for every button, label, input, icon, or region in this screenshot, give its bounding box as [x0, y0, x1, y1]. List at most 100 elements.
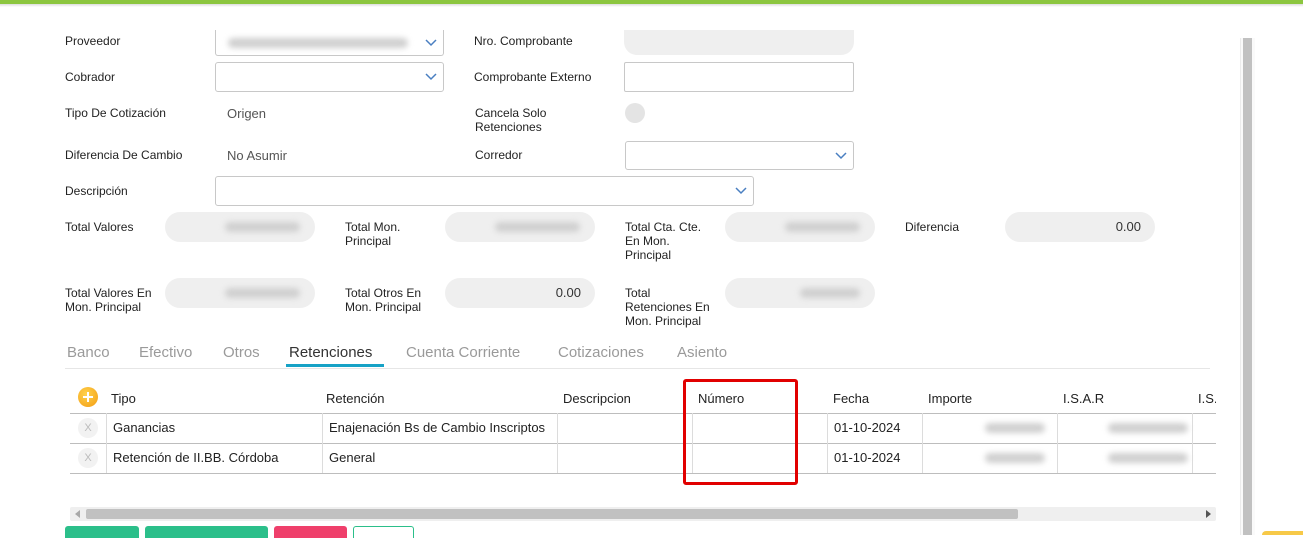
header-retencion[interactable]: Retención — [326, 391, 385, 406]
total-retenciones-field — [725, 278, 875, 308]
descripcion-select[interactable] — [215, 176, 754, 206]
tab-cuenta-corriente[interactable]: Cuenta Corriente — [406, 344, 520, 361]
cell-retencion[interactable]: General — [322, 443, 557, 473]
total-retenciones-blurred-value — [800, 288, 860, 298]
cell-isar[interactable] — [1057, 443, 1192, 473]
cell-tipo[interactable]: Ganancias — [106, 413, 322, 443]
total-cta-cte-blurred-value — [785, 222, 860, 232]
scroll-left-icon[interactable] — [75, 510, 80, 518]
top-shadow — [0, 4, 1303, 7]
tipo-cotizacion-value: Origen — [227, 106, 267, 121]
isar-blurred-value — [1108, 423, 1188, 433]
diferencia-value: 0.00 — [1005, 212, 1155, 242]
corredor-label: Corredor — [475, 148, 523, 162]
delete-row-icon[interactable]: X — [78, 448, 98, 468]
cell-tipo[interactable]: Retención de II.BB. Córdoba — [106, 443, 322, 473]
cell-is[interactable] — [1192, 443, 1216, 473]
action-button-3[interactable] — [274, 526, 347, 538]
proveedor-label: Proveedor — [65, 34, 121, 48]
tipo-cotizacion-label: Tipo De Cotización — [65, 106, 166, 120]
cancela-solo-retenciones-toggle[interactable] — [625, 103, 645, 123]
proveedor-blurred-value — [228, 38, 408, 48]
label-line: Principal — [625, 248, 672, 262]
tab-otros[interactable]: Otros — [223, 344, 260, 361]
diferencia-label: Diferencia — [905, 220, 960, 234]
header-tipo[interactable]: Tipo — [111, 391, 136, 406]
total-valores-label: Total Valores — [65, 220, 134, 234]
tab-asiento[interactable]: Asiento — [677, 344, 727, 361]
tab-retenciones[interactable]: Retenciones — [289, 344, 372, 361]
label-line: Mon. Principal — [345, 300, 422, 314]
label-line: Total Mon. — [345, 220, 401, 234]
header-importe[interactable]: Importe — [928, 391, 972, 406]
cell-fecha[interactable]: 01-10-2024 — [827, 413, 922, 443]
nro-comprobante-label: Nro. Comprobante — [474, 34, 573, 48]
add-row-icon[interactable] — [78, 387, 98, 407]
cell-isar[interactable] — [1057, 413, 1192, 443]
proveedor-select[interactable] — [215, 30, 444, 56]
total-valores-field — [165, 212, 315, 242]
importe-blurred-value — [985, 453, 1045, 463]
label-line: Mon. Principal — [625, 314, 702, 328]
header-fecha[interactable]: Fecha — [833, 391, 869, 406]
scroll-right-icon[interactable] — [1206, 510, 1211, 518]
comprobante-externo-input[interactable] — [624, 62, 854, 92]
chevron-down-icon — [425, 38, 437, 46]
cell-descripcion[interactable] — [557, 443, 692, 473]
label-line: Total Otros En — [345, 286, 422, 300]
chevron-down-icon — [425, 73, 437, 81]
descripcion-label: Descripción — [65, 184, 128, 198]
total-cta-cte-field — [725, 212, 875, 242]
total-valores-mon-label: Total Valores En Mon. Principal — [65, 286, 152, 314]
tab-cotizaciones[interactable]: Cotizaciones — [558, 344, 644, 361]
label-line: Total — [625, 286, 651, 300]
comprobante-externo-label: Comprobante Externo — [474, 70, 592, 84]
total-valores-blurred-value — [225, 222, 300, 232]
horizontal-scrollbar[interactable] — [70, 507, 1216, 521]
table-row: X Retención de II.BB. Córdoba General 01… — [70, 443, 1216, 474]
retenciones-grid: Tipo Retención Descripcion Número Fecha … — [70, 383, 1216, 475]
tab-banco[interactable]: Banco — [67, 344, 110, 361]
action-button-1[interactable] — [65, 526, 139, 538]
table-row: X Ganancias Enajenación Bs de Cambio Ins… — [70, 413, 1216, 444]
cell-descripcion[interactable] — [557, 413, 692, 443]
chevron-down-icon — [735, 187, 747, 195]
total-mon-principal-blurred-value — [495, 222, 580, 232]
cell-fecha[interactable]: 01-10-2024 — [827, 443, 922, 473]
cell-retencion[interactable]: Enajenación Bs de Cambio Inscriptos — [322, 413, 557, 443]
label-line: Total Valores En — [65, 286, 152, 300]
header-isar[interactable]: I.S.A.R — [1063, 391, 1104, 406]
active-tab-indicator — [286, 364, 384, 367]
tab-efectivo[interactable]: Efectivo — [139, 344, 192, 361]
horizontal-scroll-thumb[interactable] — [86, 509, 1018, 519]
importe-blurred-value — [985, 423, 1045, 433]
label-line: Total Cta. Cte. — [625, 220, 702, 234]
corner-widget[interactable] — [1262, 531, 1303, 535]
cobrador-label: Cobrador — [65, 70, 116, 84]
numero-column-highlight — [683, 379, 798, 485]
header-descripcion[interactable]: Descripcion — [563, 391, 631, 406]
cell-is[interactable] — [1192, 413, 1216, 443]
diferencia-cambio-value: No Asumir — [227, 148, 287, 163]
cell-importe[interactable] — [922, 413, 1057, 443]
cancela-solo-retenciones-label: Cancela Solo Retenciones — [475, 106, 546, 134]
total-valores-mon-blurred-value — [225, 288, 300, 298]
grid-header-row: Tipo Retención Descripcion Número Fecha … — [70, 383, 1216, 414]
vertical-scroll-thumb[interactable] — [1243, 38, 1252, 535]
action-button-4[interactable] — [353, 526, 414, 538]
label-line: Retenciones En — [625, 300, 710, 314]
cancela-label-line2: Retenciones — [475, 120, 542, 134]
cell-importe[interactable] — [922, 443, 1057, 473]
tab-bar: Banco Efectivo Otros Retenciones Cuenta … — [65, 340, 1210, 369]
header-is[interactable]: I.S. — [1198, 391, 1216, 406]
delete-row-icon[interactable]: X — [78, 418, 98, 438]
isar-blurred-value — [1108, 453, 1188, 463]
action-button-2[interactable] — [145, 526, 268, 538]
nro-comprobante-field — [624, 30, 854, 55]
total-otros-value: 0.00 — [445, 278, 595, 308]
total-cta-cte-label: Total Cta. Cte. En Mon. Principal — [625, 220, 701, 262]
cobrador-select[interactable] — [215, 62, 444, 92]
corredor-select[interactable] — [625, 141, 854, 170]
label-line: Mon. Principal — [65, 300, 142, 314]
vertical-scrollbar[interactable] — [1240, 38, 1255, 535]
